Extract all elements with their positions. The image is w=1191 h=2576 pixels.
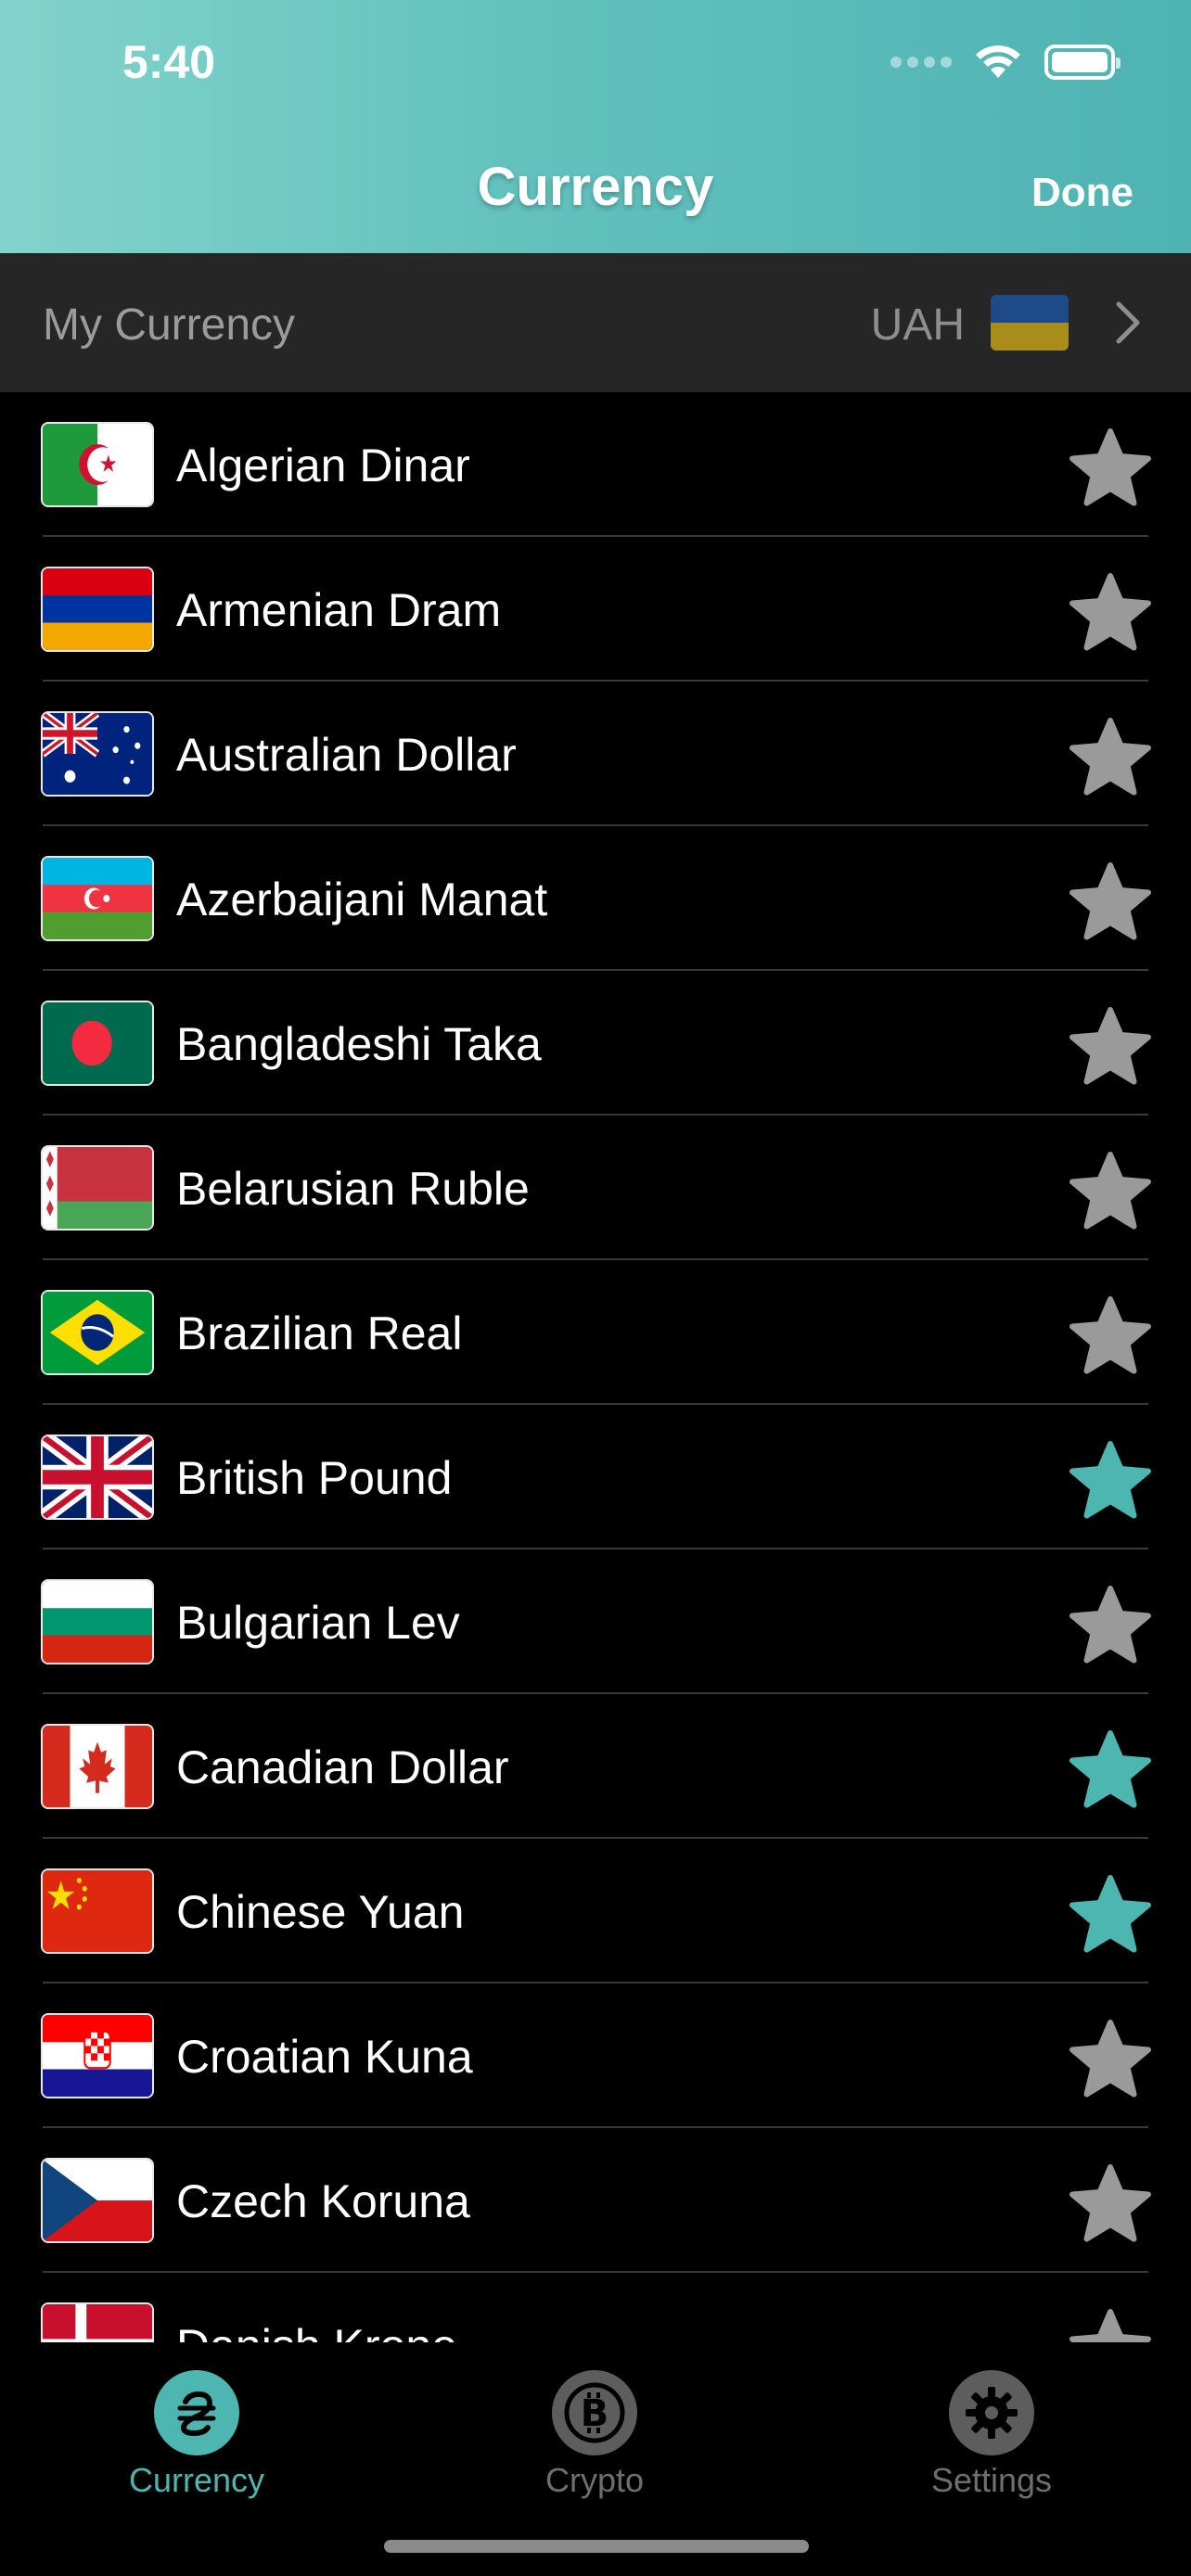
currency-name: Australian Dollar [176, 729, 517, 781]
currency-row[interactable]: Bangladeshi Taka [0, 971, 1191, 1116]
my-currency-code: UAH [870, 300, 965, 350]
currency-name: Canadian Dollar [176, 1741, 509, 1793]
gear-icon [949, 2370, 1034, 2455]
currency-row[interactable]: Chinese Yuan [0, 1839, 1191, 1983]
flag-icon-cz [41, 2158, 154, 2243]
currency-name: Belarusian Ruble [176, 1163, 530, 1215]
currency-name: Armenian Dram [176, 584, 502, 636]
currency-name: British Pound [176, 1452, 453, 1504]
flag-icon-ca [41, 1724, 154, 1809]
flag-icon-br [41, 1290, 154, 1375]
currency-name: Azerbaijani Manat [176, 874, 548, 925]
star-icon[interactable] [1067, 2308, 1154, 2342]
flag-icon-gb [41, 1435, 154, 1520]
currency-row[interactable]: Australian Dollar [0, 682, 1191, 826]
battery-icon [1044, 45, 1121, 80]
currency-row[interactable]: Danish Krone [0, 2273, 1191, 2342]
star-icon[interactable] [1067, 2163, 1154, 2247]
tab-label: Settings [930, 2461, 1053, 2499]
currency-row[interactable]: Czech Koruna [0, 2128, 1191, 2273]
cellular-signal-icon [890, 57, 952, 68]
currency-row[interactable]: Bulgarian Lev [0, 1549, 1191, 1694]
currency-row[interactable]: Algerian Dinar [0, 392, 1191, 537]
done-button[interactable]: Done [1031, 170, 1133, 216]
currency-list[interactable]: Algerian Dinar Armenian Dram Australian Do… [0, 392, 1191, 2342]
currency-name: Brazilian Real [176, 1307, 463, 1359]
currency-name: Croatian Kuna [176, 2031, 473, 2083]
chevron-right-icon [1116, 301, 1140, 344]
currency-name: Algerian Dinar [176, 440, 470, 491]
star-filled-icon[interactable] [1067, 1729, 1154, 1813]
currency-name: Bangladeshi Taka [176, 1018, 542, 1070]
status-time: 5:40 [122, 36, 216, 88]
star-icon[interactable] [1067, 1151, 1154, 1234]
flag-icon-bd [41, 1001, 154, 1086]
tab-label: Currency [128, 2461, 265, 2499]
currency-name: Chinese Yuan [176, 1886, 465, 1938]
currency-name: Danish Krone [176, 2319, 457, 2342]
currency-row[interactable]: Brazilian Real [0, 1260, 1191, 1405]
flag-icon-az [41, 856, 154, 941]
currency-row[interactable]: Belarusian Ruble [0, 1116, 1191, 1260]
star-icon[interactable] [1067, 2019, 1154, 2102]
my-currency-label: My Currency [43, 300, 296, 350]
tab-settings[interactable]: Settings [880, 2357, 1103, 2500]
star-icon[interactable] [1067, 1006, 1154, 1090]
star-icon[interactable] [1067, 1295, 1154, 1379]
flag-icon-cn [41, 1868, 154, 1954]
page-title: Currency [477, 157, 714, 217]
bitcoin-icon: B [552, 2370, 637, 2455]
svg-text:B: B [581, 2392, 609, 2435]
currency-name: Bulgarian Lev [176, 1597, 460, 1649]
flag-icon-au [41, 711, 154, 797]
flag-icon-dz [41, 422, 154, 507]
tab-crypto[interactable]: B Crypto [483, 2357, 706, 2500]
flag-icon-dk [41, 2302, 154, 2342]
flag-icon-by [41, 1145, 154, 1231]
wifi-icon [976, 45, 1020, 78]
currency-row[interactable]: Canadian Dollar [0, 1694, 1191, 1839]
currency-row[interactable]: Azerbaijani Manat [0, 826, 1191, 971]
star-filled-icon[interactable] [1067, 1874, 1154, 1958]
star-icon[interactable] [1067, 717, 1154, 800]
flag-icon-am [41, 567, 154, 652]
star-icon[interactable] [1067, 427, 1154, 511]
currency-row[interactable]: British Pound [0, 1405, 1191, 1549]
star-icon[interactable] [1067, 572, 1154, 656]
my-currency-row[interactable]: My Currency UAH [0, 253, 1191, 392]
tab-label: Crypto [544, 2461, 645, 2499]
home-indicator [384, 2540, 809, 2553]
currency-name: Czech Koruna [176, 2175, 470, 2227]
flag-icon-bg [41, 1579, 154, 1664]
star-icon[interactable] [1067, 1585, 1154, 1668]
hryvnia-icon [154, 2370, 239, 2455]
star-filled-icon[interactable] [1067, 1440, 1154, 1524]
currency-row[interactable]: Croatian Kuna [0, 1983, 1191, 2128]
ukraine-flag-icon [991, 295, 1069, 351]
status-icons [890, 45, 1121, 80]
currency-row[interactable]: Armenian Dram [0, 537, 1191, 682]
navigation-header: 5:40 Currency Done [0, 0, 1191, 253]
tab-currency[interactable]: Currency [85, 2357, 308, 2500]
star-icon[interactable] [1067, 861, 1154, 945]
flag-icon-hr [41, 2013, 154, 2098]
